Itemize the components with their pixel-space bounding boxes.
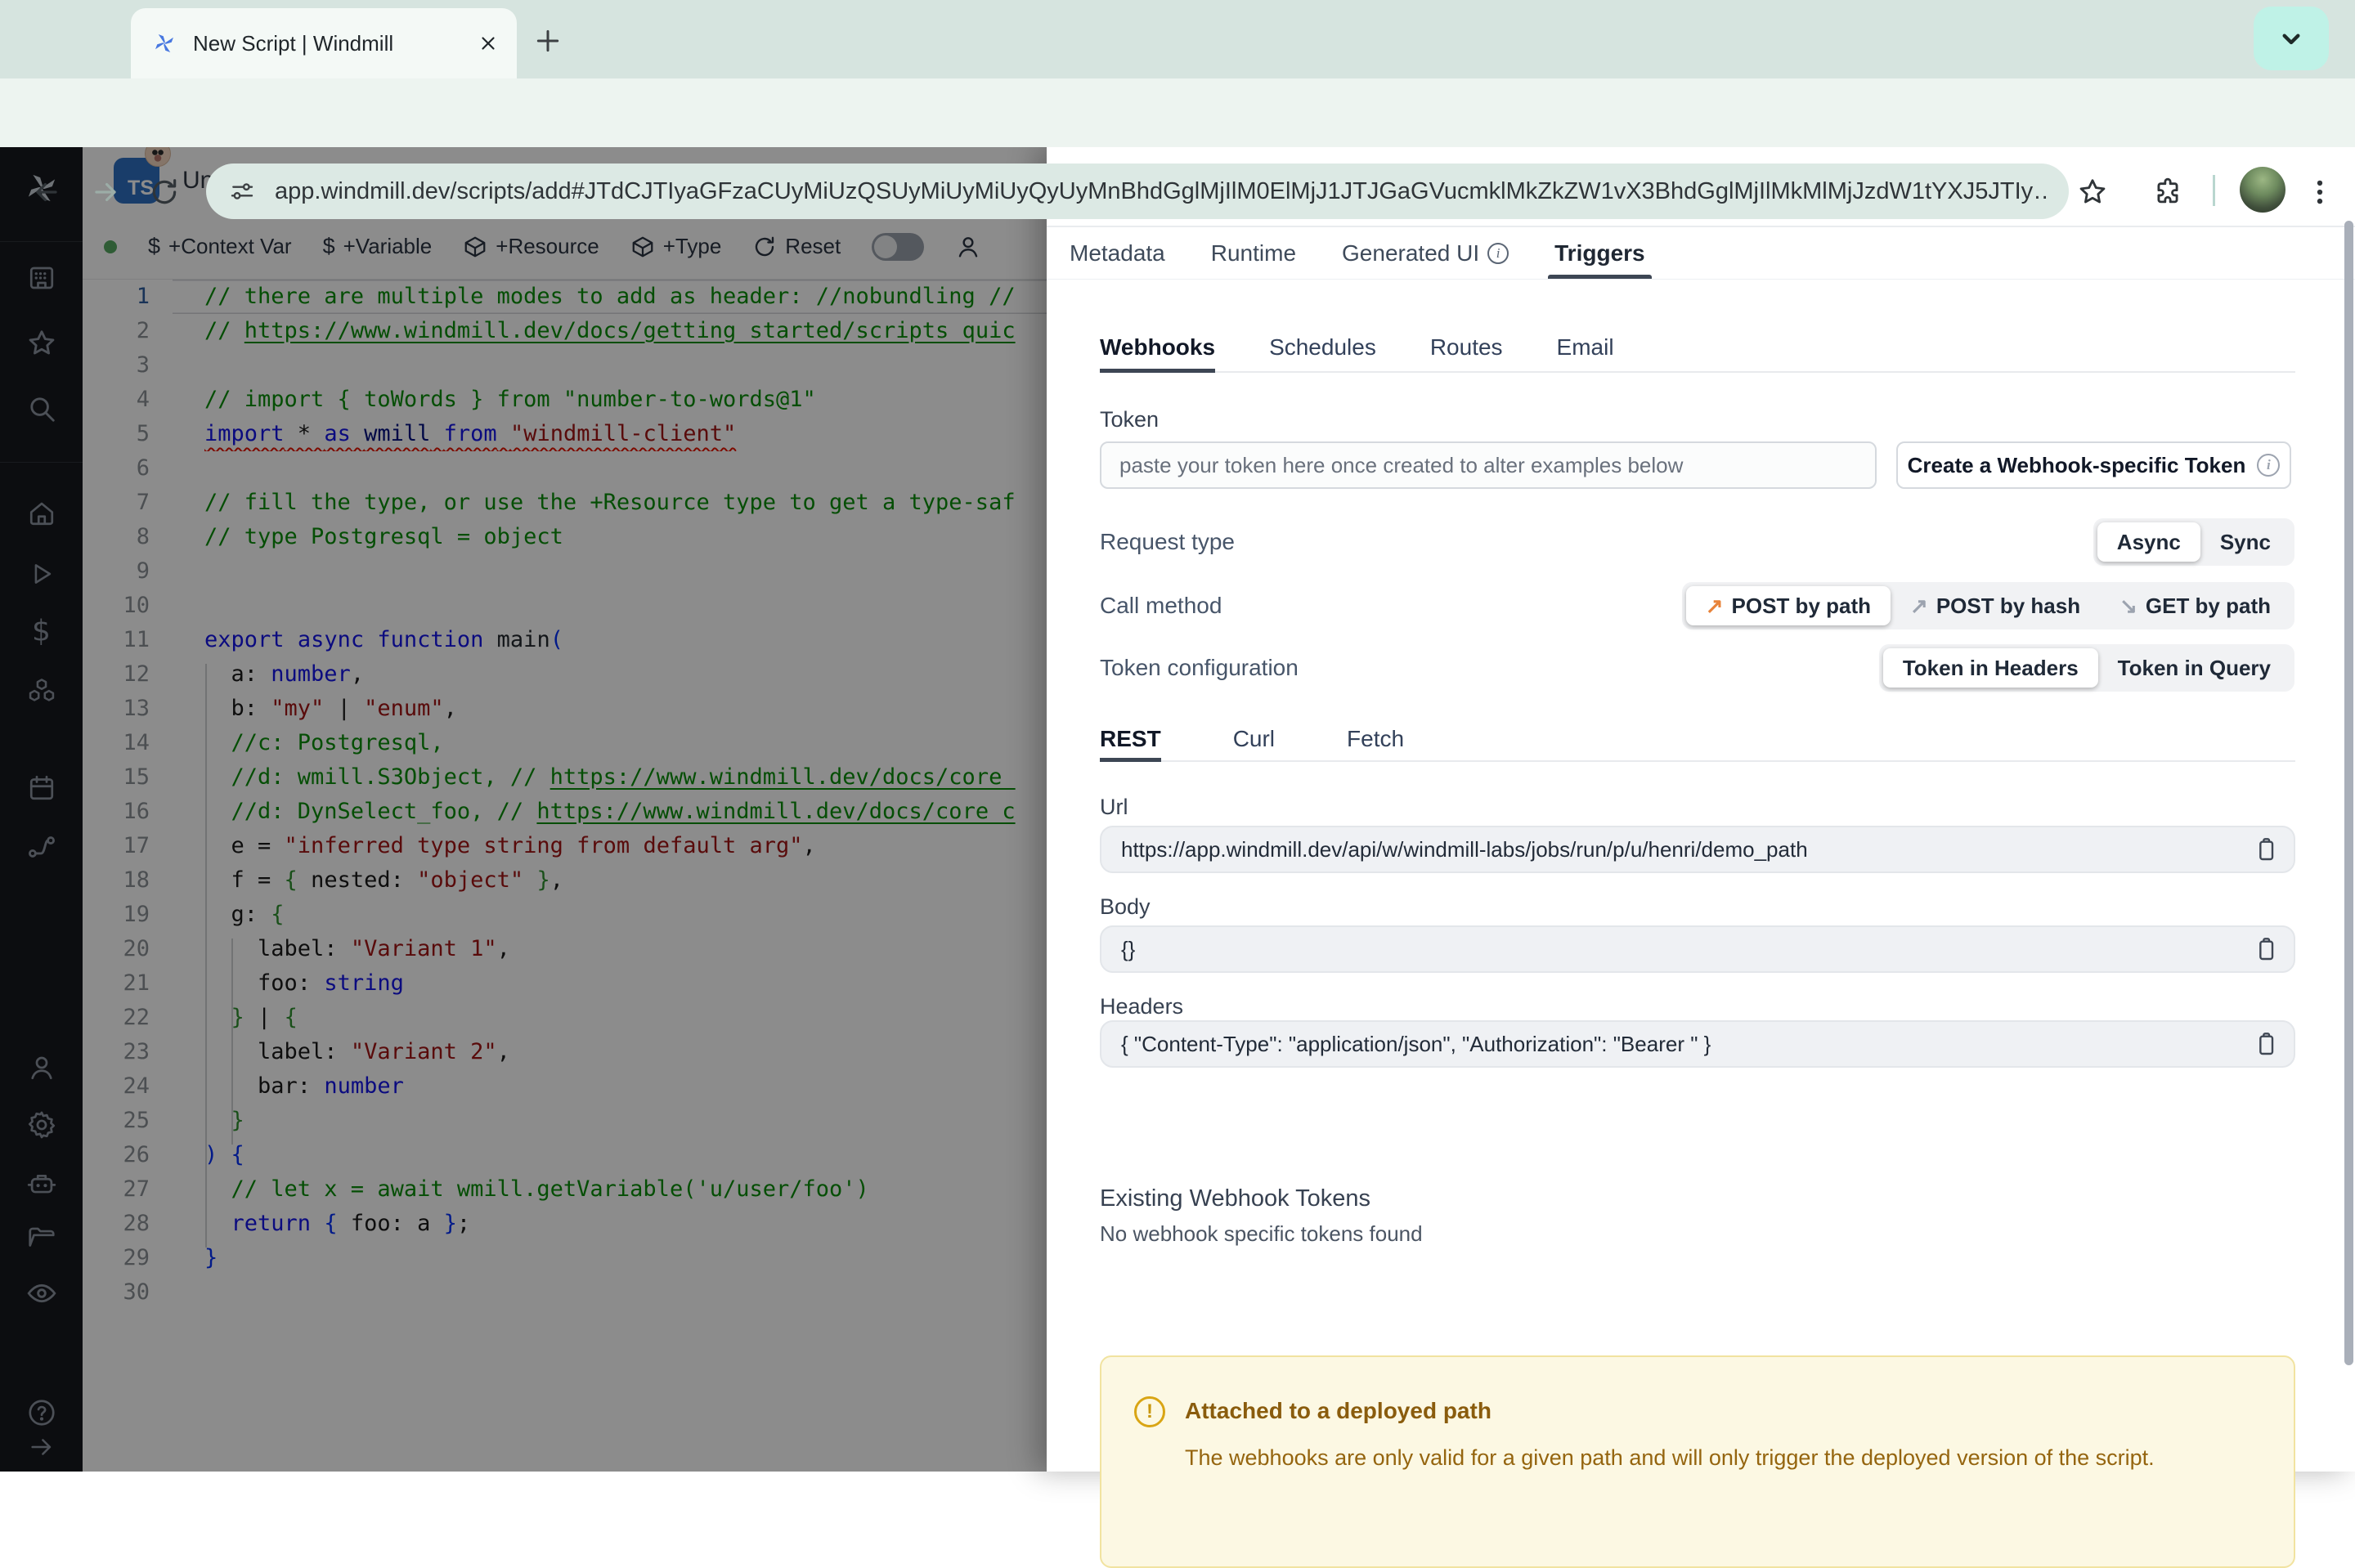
- tab-label: Curl: [1232, 726, 1276, 751]
- address-bar[interactable]: app.windmill.dev/scripts/add#JTdCJTIyaGF…: [206, 164, 2069, 219]
- option-token-in-query[interactable]: Token in Query: [2098, 648, 2290, 688]
- existing-tokens-title: Existing Webhook Tokens: [1100, 1185, 1371, 1212]
- option-label: Token in Headers: [1902, 655, 2079, 680]
- option-sync[interactable]: Sync: [2200, 522, 2290, 562]
- tab-curl[interactable]: Curl: [1233, 718, 1275, 760]
- scrollbar-thumb[interactable]: [2344, 221, 2353, 1365]
- webhook-url-field[interactable]: https://app.windmill.dev/api/w/windmill-…: [1100, 826, 2295, 873]
- browser-chrome: New Script | Windmill app.windmill.dev/s…: [0, 0, 2355, 219]
- profile-avatar[interactable]: [2240, 167, 2285, 213]
- modal-overlay[interactable]: [0, 147, 1047, 1472]
- tab-label: Triggers: [1554, 240, 1645, 266]
- url-label: Url: [1100, 795, 1128, 819]
- info-icon: i: [1487, 242, 1509, 264]
- tab-label: REST: [1100, 726, 1161, 751]
- tab-label: Generated UI: [1342, 240, 1480, 266]
- option-label: Token in Query: [2117, 655, 2271, 680]
- body-value: {}: [1121, 936, 1136, 961]
- request-type-row: Request type Async Sync: [1100, 518, 2295, 566]
- back-icon[interactable]: [31, 177, 62, 208]
- tab-email[interactable]: Email: [1557, 324, 1614, 371]
- url-text: app.windmill.dev/scripts/add#JTdCJTIyaGF…: [275, 177, 2046, 204]
- tab-triggers[interactable]: Triggers: [1548, 227, 1653, 279]
- option-label: Async: [2116, 529, 2181, 554]
- site-settings-icon[interactable]: [229, 178, 255, 204]
- tab-label: Runtime: [1210, 240, 1297, 266]
- arrow-up-right-icon: ↗: [1910, 593, 1928, 618]
- token-config-label: Token configuration: [1100, 655, 1299, 680]
- warning-title: Attached to a deployed path: [1185, 1398, 1492, 1423]
- deployed-path-warning: ! Attached to a deployed path The webhoo…: [1100, 1355, 2295, 1568]
- tab-label: Routes: [1429, 334, 1503, 360]
- token-config-segmented: Token in Headers Token in Query: [1878, 644, 2294, 692]
- option-get-by-path[interactable]: ↘ GET by path: [2100, 586, 2290, 625]
- copy-clipboard-icon[interactable]: [2253, 836, 2279, 862]
- tab-webhooks[interactable]: Webhooks: [1100, 324, 1216, 373]
- forward-icon[interactable]: [90, 177, 121, 208]
- body-label: Body: [1100, 894, 1151, 919]
- option-label: Sync: [2219, 529, 2271, 554]
- tab-runtime[interactable]: Runtime: [1211, 227, 1296, 279]
- browser-menu-icon[interactable]: [2304, 177, 2335, 208]
- headers-field[interactable]: { "Content-Type": "application/json", "A…: [1100, 1020, 2295, 1068]
- tab-generated-ui[interactable]: Generated UI i: [1342, 227, 1509, 279]
- chevron-down-button[interactable]: [2254, 7, 2329, 70]
- alert-circle-icon: !: [1134, 1396, 1165, 1427]
- option-async[interactable]: Async: [2097, 522, 2200, 562]
- info-icon: i: [2257, 454, 2281, 477]
- token-config-row: Token configuration Token in Headers Toke…: [1100, 644, 2295, 692]
- existing-tokens-empty: No webhook specific tokens found: [1100, 1221, 1423, 1246]
- new-tab-icon[interactable]: [532, 25, 564, 57]
- option-label: POST by hash: [1936, 593, 2081, 618]
- create-webhook-token-button[interactable]: Create a Webhook-specific Token i: [1896, 441, 2291, 489]
- warning-text: The webhooks are only valid for a given …: [1185, 1445, 2155, 1470]
- settings-tabs: Metadata Runtime Generated UI i Triggers: [1047, 226, 2355, 280]
- call-method-row: Call method ↗ POST by path ↗ POST by hash ↘ G…: [1100, 582, 2295, 629]
- arrow-down-right-icon: ↘: [2120, 593, 2137, 618]
- trigger-type-tabs: Webhooks Schedules Routes Email: [1100, 324, 2295, 373]
- create-webhook-token-label: Create a Webhook-specific Token: [1907, 452, 2246, 477]
- request-type-label: Request type: [1100, 529, 1235, 554]
- tab-label: Email: [1556, 334, 1614, 360]
- call-method-segmented: ↗ POST by path ↗ POST by hash ↘ GET by path: [1681, 582, 2294, 629]
- option-post-by-hash[interactable]: ↗ POST by hash: [1891, 586, 2100, 625]
- body-field[interactable]: {}: [1100, 925, 2295, 973]
- bookmark-star-icon[interactable]: [2077, 177, 2108, 208]
- url-toolbar: app.windmill.dev/scripts/add#JTdCJTIyaGF…: [0, 78, 2355, 219]
- headers-label: Headers: [1100, 994, 1184, 1019]
- tab-metadata[interactable]: Metadata: [1070, 227, 1165, 279]
- tab-label: Metadata: [1070, 240, 1165, 266]
- browser-tab[interactable]: New Script | Windmill: [131, 8, 517, 78]
- headers-value: { "Content-Type": "application/json", "A…: [1121, 1031, 1711, 1056]
- tab-rest[interactable]: REST: [1100, 718, 1161, 762]
- token-label: Token: [1100, 407, 1160, 432]
- token-input[interactable]: [1100, 441, 1877, 489]
- copy-clipboard-icon[interactable]: [2253, 1031, 2279, 1057]
- call-method-label: Call method: [1100, 593, 1222, 618]
- tab-routes[interactable]: Routes: [1430, 324, 1503, 371]
- copy-clipboard-icon[interactable]: [2253, 936, 2279, 962]
- tab-label: Webhooks: [1100, 334, 1216, 360]
- tab-schedules[interactable]: Schedules: [1269, 324, 1376, 371]
- tab-label: Schedules: [1269, 334, 1376, 360]
- tab-close-icon[interactable]: [478, 33, 499, 54]
- snippet-language-tabs: REST Curl Fetch: [1100, 718, 2295, 762]
- webhook-url-value: https://app.windmill.dev/api/w/windmill-…: [1121, 836, 1808, 862]
- tab-fetch[interactable]: Fetch: [1347, 718, 1404, 760]
- windmill-favicon: [152, 31, 177, 56]
- arrow-up-right-icon: ↗: [1705, 593, 1724, 618]
- tab-label: Fetch: [1347, 726, 1405, 751]
- reload-icon[interactable]: [149, 177, 180, 208]
- extensions-icon[interactable]: [2152, 177, 2183, 208]
- tab-strip: New Script | Windmill: [0, 0, 2355, 78]
- option-label: GET by path: [2145, 593, 2271, 618]
- option-label: POST by path: [1731, 593, 1872, 618]
- option-token-in-headers[interactable]: Token in Headers: [1882, 648, 2098, 688]
- tab-title: New Script | Windmill: [193, 30, 394, 56]
- settings-drawer: Settings MetadataRuntimeGenerated UIiTri…: [1047, 147, 2355, 1568]
- toolbar-divider: [2213, 175, 2215, 206]
- request-type-segmented: Async Sync: [2093, 518, 2294, 566]
- triggers-panel: Webhooks Schedules Routes Email Token Creat…: [1100, 280, 2295, 1568]
- option-post-by-path[interactable]: ↗ POST by path: [1685, 586, 1891, 625]
